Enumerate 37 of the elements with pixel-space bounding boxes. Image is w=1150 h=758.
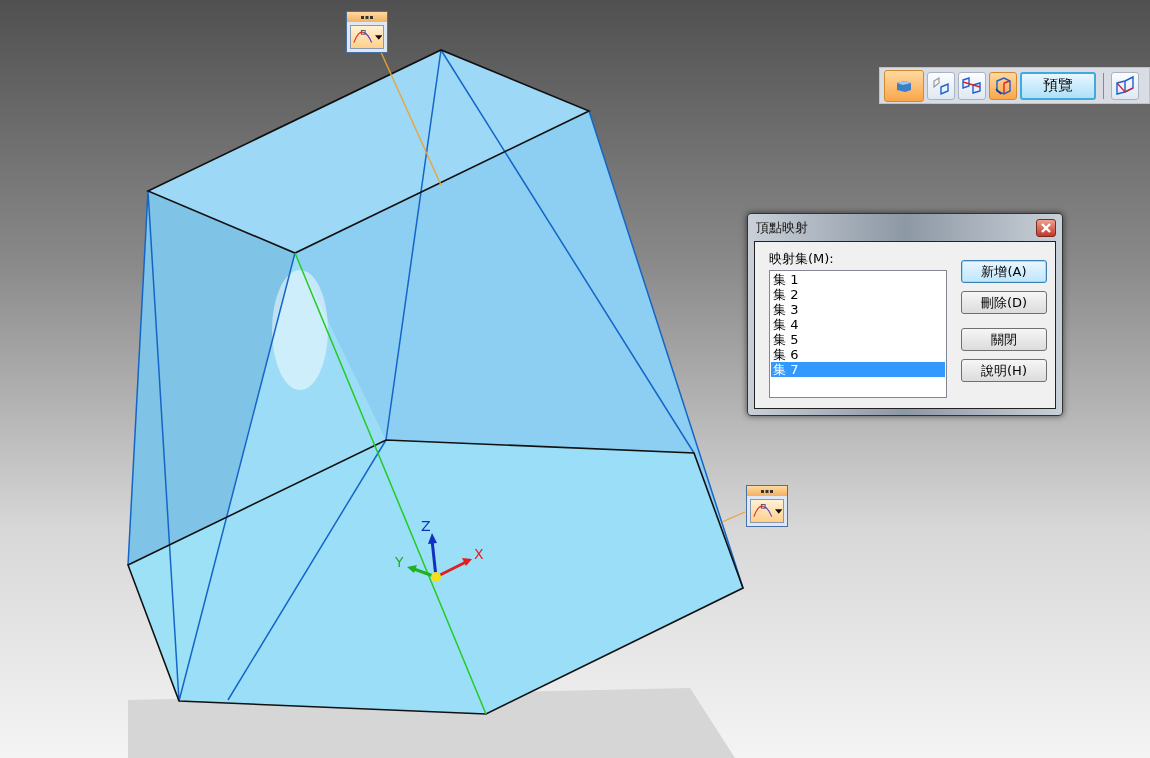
toolbar-button[interactable] — [884, 69, 924, 102]
preview-button[interactable]: 預覽 — [1020, 71, 1096, 100]
grip-icon[interactable] — [761, 489, 773, 493]
list-item[interactable]: 集 6 — [771, 347, 945, 362]
toolbar-button[interactable] — [958, 71, 986, 100]
axis-triad-drawing — [407, 533, 472, 582]
axis-label: X — [474, 546, 484, 562]
dialog-button[interactable]: 刪除(D) — [961, 291, 1047, 314]
axis-label: Y — [395, 554, 404, 570]
list-label: 映射集(M): — [769, 250, 835, 268]
dialog-button[interactable]: 說明(H) — [961, 359, 1047, 382]
axis-label: Z — [421, 518, 431, 534]
grip-icon[interactable] — [361, 15, 373, 19]
list-item[interactable]: 集 1 — [771, 272, 945, 287]
curve-dropdown-button[interactable] — [750, 499, 784, 523]
caret-icon — [774, 508, 782, 514]
list-item[interactable]: 集 5 — [771, 332, 945, 347]
shape-outline-icon — [961, 74, 983, 97]
dialog-title: 頂點映射 — [755, 218, 808, 237]
list-item[interactable]: 集 2 — [771, 287, 945, 302]
dialog-button[interactable]: 關閉 — [961, 328, 1047, 351]
leader-line — [721, 511, 746, 523]
list-item[interactable]: 集 4 — [771, 317, 945, 332]
toolbar-button[interactable] — [989, 71, 1017, 100]
caret-icon — [374, 34, 382, 40]
curve-dropdown-button[interactable] — [350, 25, 384, 49]
dialog-button[interactable]: 新增(A) — [961, 260, 1047, 283]
curve-icon — [352, 28, 375, 46]
close-button[interactable] — [1036, 218, 1056, 237]
toolbar-button[interactable] — [1111, 71, 1139, 100]
toolbar-button[interactable] — [927, 71, 955, 100]
list-item[interactable]: 集 3 — [771, 302, 945, 317]
shape-outline-icon — [930, 74, 952, 97]
view-cube-icon — [1114, 74, 1136, 97]
curve-icon — [752, 502, 775, 520]
close-icon — [1041, 222, 1051, 233]
shape-outline-icon — [992, 74, 1014, 97]
